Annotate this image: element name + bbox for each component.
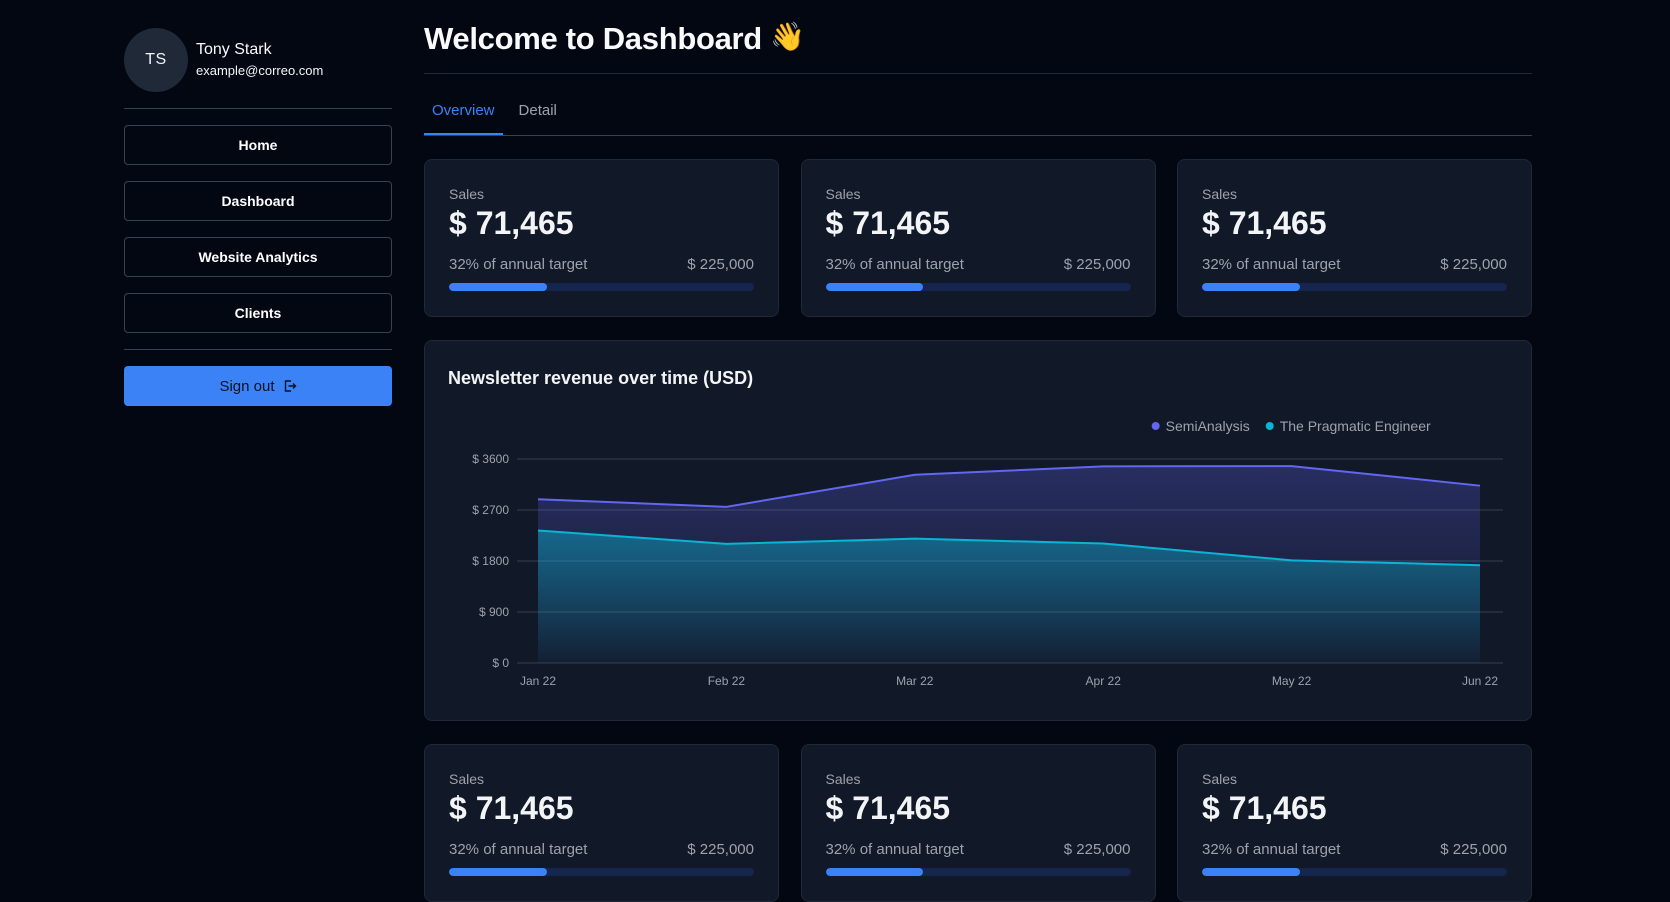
target-text: 32% of annual target: [1202, 256, 1341, 273]
progress-fill: [825, 283, 924, 291]
y-tick-label: $ 2700: [472, 503, 509, 517]
target-text: 32% of annual target: [825, 841, 964, 858]
legend-marker: [1151, 422, 1160, 430]
card-value: $ 71,465: [449, 205, 574, 241]
progress-bar: [1202, 868, 1507, 876]
card-target-row: 32% of annual target $ 225,000: [1202, 256, 1507, 273]
legend-item: SemiAnalysis: [1151, 418, 1250, 434]
nav-dashboard-button[interactable]: Dashboard: [124, 181, 392, 221]
card-value: $ 71,465: [825, 790, 951, 826]
progress-bar: [825, 283, 1131, 291]
sales-card: Sales $ 71,465 32% of annual target $ 22…: [424, 744, 779, 902]
card-label: Sales: [449, 186, 485, 202]
tab-bar: Overview Detail: [424, 94, 1532, 136]
kpi-row-bottom: Sales $ 71,465 32% of annual target $ 22…: [424, 744, 1532, 902]
avatar[interactable]: TS: [124, 28, 188, 92]
card-target-row: 32% of annual target $ 225,000: [1202, 841, 1507, 858]
wave-icon: 👋: [769, 21, 805, 52]
card-value: $ 71,465: [825, 205, 951, 241]
target-value: $ 225,000: [1063, 256, 1131, 273]
target-text: 32% of annual target: [449, 841, 588, 858]
card-target-row: 32% of annual target $ 225,000: [826, 256, 1131, 273]
profile-info: Tony Stark example@correo.com: [196, 40, 323, 80]
sign-out-icon: [284, 380, 297, 392]
nav-home-button[interactable]: Home: [124, 125, 392, 165]
progress-fill: [1202, 868, 1300, 876]
y-tick-label: $ 0: [492, 656, 509, 670]
legend-label: SemiAnalysis: [1166, 418, 1250, 434]
card-target-row: 32% of annual target $ 225,000: [449, 841, 754, 858]
nav-clients-button[interactable]: Clients: [124, 293, 392, 333]
sales-card: Sales $ 71,465 32% of annual target $ 22…: [800, 744, 1156, 902]
progress-bar: [1202, 283, 1507, 291]
x-tick-label: Apr 22: [1086, 674, 1122, 688]
y-tick-label: $ 1800: [472, 554, 509, 568]
sign-out-button[interactable]: Sign out: [124, 366, 392, 406]
target-value: $ 225,000: [687, 841, 754, 858]
legend-item: The Pragmatic Engineer: [1265, 418, 1431, 434]
target-value: $ 225,000: [687, 256, 754, 273]
y-tick-label: $ 3600: [472, 452, 509, 466]
target-value: $ 225,000: [1440, 841, 1507, 858]
card-value: $ 71,465: [1202, 205, 1327, 241]
card-label: Sales: [449, 771, 485, 787]
x-tick-label: Jan 22: [520, 674, 556, 688]
x-tick-label: May 22: [1272, 674, 1312, 688]
legend-label: The Pragmatic Engineer: [1280, 418, 1431, 434]
progress-fill: [825, 868, 924, 876]
target-text: 32% of annual target: [449, 256, 588, 273]
sales-card: Sales $ 71,465 32% of annual target $ 22…: [424, 159, 779, 317]
kpi-row-top: Sales $ 71,465 32% of annual target $ 22…: [424, 159, 1532, 317]
card-value: $ 71,465: [449, 790, 574, 826]
target-text: 32% of annual target: [1202, 841, 1341, 858]
card-value: $ 71,465: [1202, 790, 1327, 826]
progress-bar: [449, 283, 754, 291]
card-target-row: 32% of annual target $ 225,000: [449, 256, 754, 273]
sidebar-divider: [124, 108, 392, 109]
x-tick-label: Jun 22: [1462, 674, 1498, 688]
sidebar: TS Tony Stark example@correo.com Home Da…: [124, 28, 392, 406]
progress-fill: [449, 283, 547, 291]
page-header: Welcome to Dashboard 👋: [424, 0, 1532, 74]
progress-bar: [449, 868, 754, 876]
user-email: example@correo.com: [196, 63, 324, 78]
card-label: Sales: [1202, 771, 1238, 787]
card-label: Sales: [825, 186, 861, 202]
x-tick-label: Feb 22: [708, 674, 746, 688]
user-profile: TS Tony Stark example@correo.com: [124, 28, 392, 92]
nav-website-analytics-button[interactable]: Website Analytics: [124, 237, 392, 277]
card-label: Sales: [1202, 186, 1238, 202]
target-text: 32% of annual target: [825, 256, 964, 273]
legend-marker: [1265, 422, 1274, 430]
tab-overview[interactable]: Overview: [424, 94, 503, 135]
y-tick-label: $ 900: [479, 605, 509, 619]
target-value: $ 225,000: [1440, 256, 1507, 273]
target-value: $ 225,000: [1063, 841, 1131, 858]
progress-fill: [1202, 283, 1300, 291]
card-label: Sales: [825, 771, 861, 787]
sales-card: Sales $ 71,465 32% of annual target $ 22…: [1177, 159, 1532, 317]
sales-card: Sales $ 71,465 32% of annual target $ 22…: [800, 159, 1156, 317]
user-name: Tony Stark: [196, 41, 272, 58]
sales-card: Sales $ 71,465 32% of annual target $ 22…: [1177, 744, 1532, 902]
card-target-row: 32% of annual target $ 225,000: [826, 841, 1131, 858]
x-tick-label: Mar 22: [896, 674, 934, 688]
sign-out-label: Sign out: [219, 377, 275, 395]
tab-detail[interactable]: Detail: [511, 94, 565, 135]
page-title: Welcome to Dashboard: [424, 20, 762, 56]
sidebar-nav: Home Dashboard Website Analytics Clients: [124, 125, 392, 333]
progress-fill: [449, 868, 547, 876]
main-content: Welcome to Dashboard 👋 Overview Detail S…: [424, 0, 1532, 902]
revenue-chart: $ 0 $ 900 $ 1800 $ 2700 $ 3600 Jan 22 Feb 22 Ma…: [472, 418, 1503, 688]
revenue-chart-card: Newsletter revenue over time (USD) $ 0 $ …: [424, 340, 1532, 721]
progress-bar: [825, 868, 1131, 876]
sidebar-divider: [124, 349, 392, 350]
